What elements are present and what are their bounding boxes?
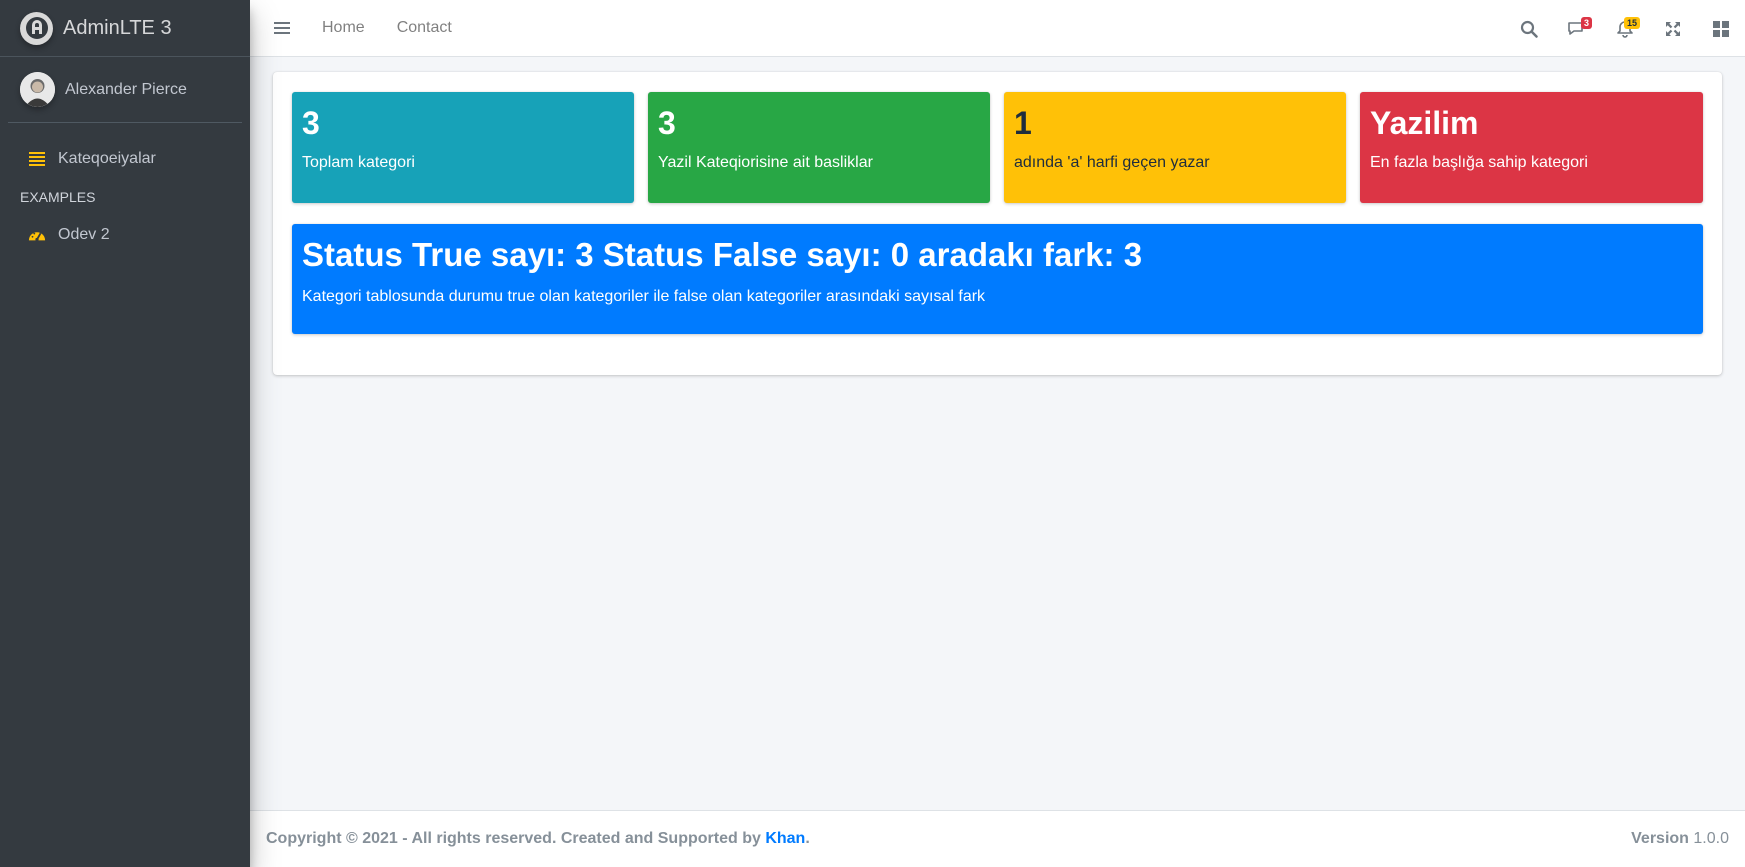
sidebar-item-label: Odev 2: [58, 226, 110, 243]
bell-icon[interactable]: 15: [1601, 0, 1649, 57]
sidebar-header-examples: EXAMPLES: [20, 189, 96, 205]
messages-badge: 3: [1580, 17, 1592, 29]
stat-label: adında 'a' harfi geçen yazar: [1014, 154, 1210, 171]
messages-icon[interactable]: 3: [1553, 0, 1601, 57]
stat-value: 3: [302, 105, 320, 141]
brand-link[interactable]: AdminLTE 3: [0, 0, 250, 57]
version-label: Version: [1631, 830, 1689, 847]
navbar-right: 3 15: [1505, 0, 1745, 57]
adminlte-logo-icon: [20, 11, 53, 45]
stat-box-en-fazla-kategori[interactable]: Yazilim En fazla başlığa sahip kategori: [1360, 92, 1703, 203]
status-label: Kategori tablosunda durumu true olan kat…: [302, 288, 986, 305]
stat-label: Yazil Kateqiorisine ait basliklar: [658, 154, 873, 171]
notifications-badge: 15: [1623, 17, 1640, 29]
user-panel[interactable]: Alexander Pierce: [8, 57, 242, 123]
list-icon: [28, 150, 46, 168]
stat-box-toplam-kategori[interactable]: 3 Toplam kategori: [292, 92, 634, 203]
fullscreen-icon[interactable]: [1649, 0, 1697, 57]
main-footer: Copyright © 2021 - All rights reserved. …: [250, 810, 1745, 867]
sidebar-nav: Kateqoeiyalar EXAMPLES Odev 2: [0, 123, 250, 255]
status-summary-box[interactable]: Status True sayı: 3 Status False sayı: 0…: [292, 224, 1703, 334]
brand-title: AdminLTE 3: [63, 16, 172, 39]
stat-value: 3: [658, 105, 676, 141]
stat-box-yazil-basliklar[interactable]: 3 Yazil Kateqiorisine ait basliklar: [648, 92, 990, 203]
footer-version: Version 1.0.0: [1631, 830, 1729, 848]
status-title: Status True sayı: 3 Status False sayı: 0…: [302, 236, 1143, 273]
sidebar-item-label: Kateqoeiyalar: [58, 150, 156, 167]
avatar[interactable]: [20, 72, 55, 107]
control-sidebar-icon[interactable]: [1697, 0, 1745, 57]
user-name[interactable]: Alexander Pierce: [65, 81, 187, 99]
stat-box-yazar[interactable]: 1 adında 'a' harfi geçen yazar: [1004, 92, 1346, 203]
stat-value: Yazilim: [1370, 105, 1479, 141]
sidebar-item-kategoriler[interactable]: Kateqoeiyalar: [0, 139, 250, 179]
main-sidebar: AdminLTE 3 Alexander Pierce Kateqoeiyala…: [0, 0, 250, 867]
footer-copyright: Copyright © 2021 - All rights reserved. …: [266, 830, 810, 848]
nav-link-home[interactable]: Home: [322, 19, 365, 37]
top-navbar: Home Contact 3 15: [250, 0, 1745, 57]
tachometer-icon: [28, 226, 46, 244]
stat-label: Toplam kategori: [302, 154, 415, 171]
stat-label: En fazla başlığa sahip kategori: [1370, 154, 1588, 171]
nav-link-contact[interactable]: Contact: [397, 19, 452, 37]
search-icon[interactable]: [1505, 0, 1553, 57]
version-number: 1.0.0: [1693, 830, 1729, 847]
author-link[interactable]: Khan: [765, 830, 805, 847]
stat-value: 1: [1014, 105, 1032, 141]
copyright-text: Copyright © 2021 - All rights reserved. …: [266, 830, 766, 847]
copyright-period: .: [805, 830, 810, 847]
menu-toggle-icon[interactable]: [272, 18, 292, 38]
sidebar-item-odev-2[interactable]: Odev 2: [0, 215, 250, 255]
